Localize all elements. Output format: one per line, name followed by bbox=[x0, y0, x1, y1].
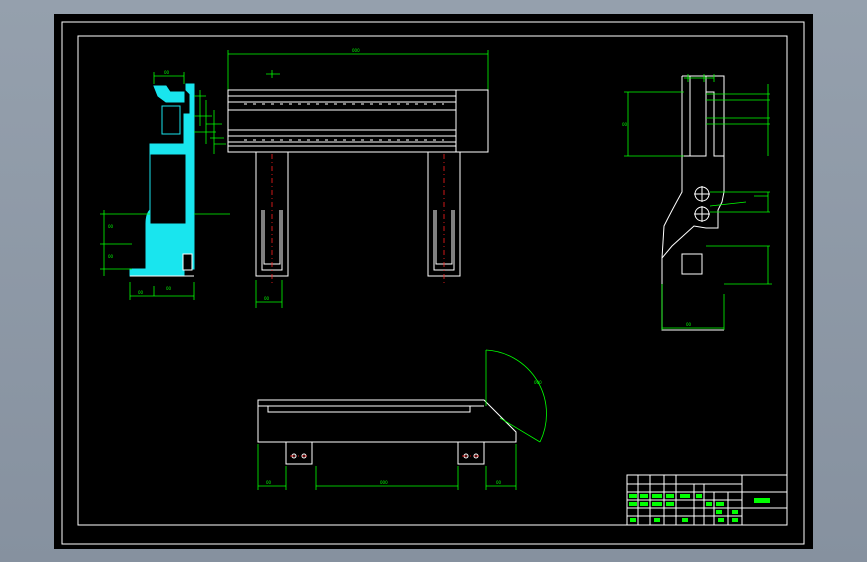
svg-text:00: 00 bbox=[108, 224, 114, 229]
svg-text:00: 00 bbox=[164, 70, 170, 75]
svg-text:00: 00 bbox=[166, 286, 172, 291]
front-view: 000 00 bbox=[227, 48, 489, 308]
drawing-canvas[interactable]: 00 00 00 00 00 000 00 00 00 000 00 000 0… bbox=[54, 14, 813, 549]
cad-viewport[interactable]: 00 00 00 00 00 000 00 00 00 000 00 000 0… bbox=[0, 0, 867, 562]
svg-text:000: 000 bbox=[534, 380, 542, 385]
svg-text:000: 000 bbox=[352, 48, 360, 53]
svg-text:00: 00 bbox=[264, 296, 270, 301]
cad-drawing: 00 00 00 00 00 000 00 00 00 000 00 000 0… bbox=[61, 21, 805, 545]
svg-text:00: 00 bbox=[686, 322, 692, 327]
svg-text:000: 000 bbox=[380, 480, 388, 485]
bottom-view: 000 00 000 00 bbox=[257, 349, 547, 490]
svg-text:00: 00 bbox=[108, 254, 114, 259]
title-block bbox=[626, 474, 788, 526]
sheet-inner-border bbox=[77, 35, 788, 526]
svg-text:00: 00 bbox=[266, 480, 272, 485]
side-view: 00 00 bbox=[622, 74, 772, 331]
section-view: 00 00 00 00 00 bbox=[100, 70, 230, 300]
svg-text:00: 00 bbox=[496, 480, 502, 485]
svg-text:00: 00 bbox=[622, 122, 628, 127]
svg-text:00: 00 bbox=[138, 290, 144, 295]
